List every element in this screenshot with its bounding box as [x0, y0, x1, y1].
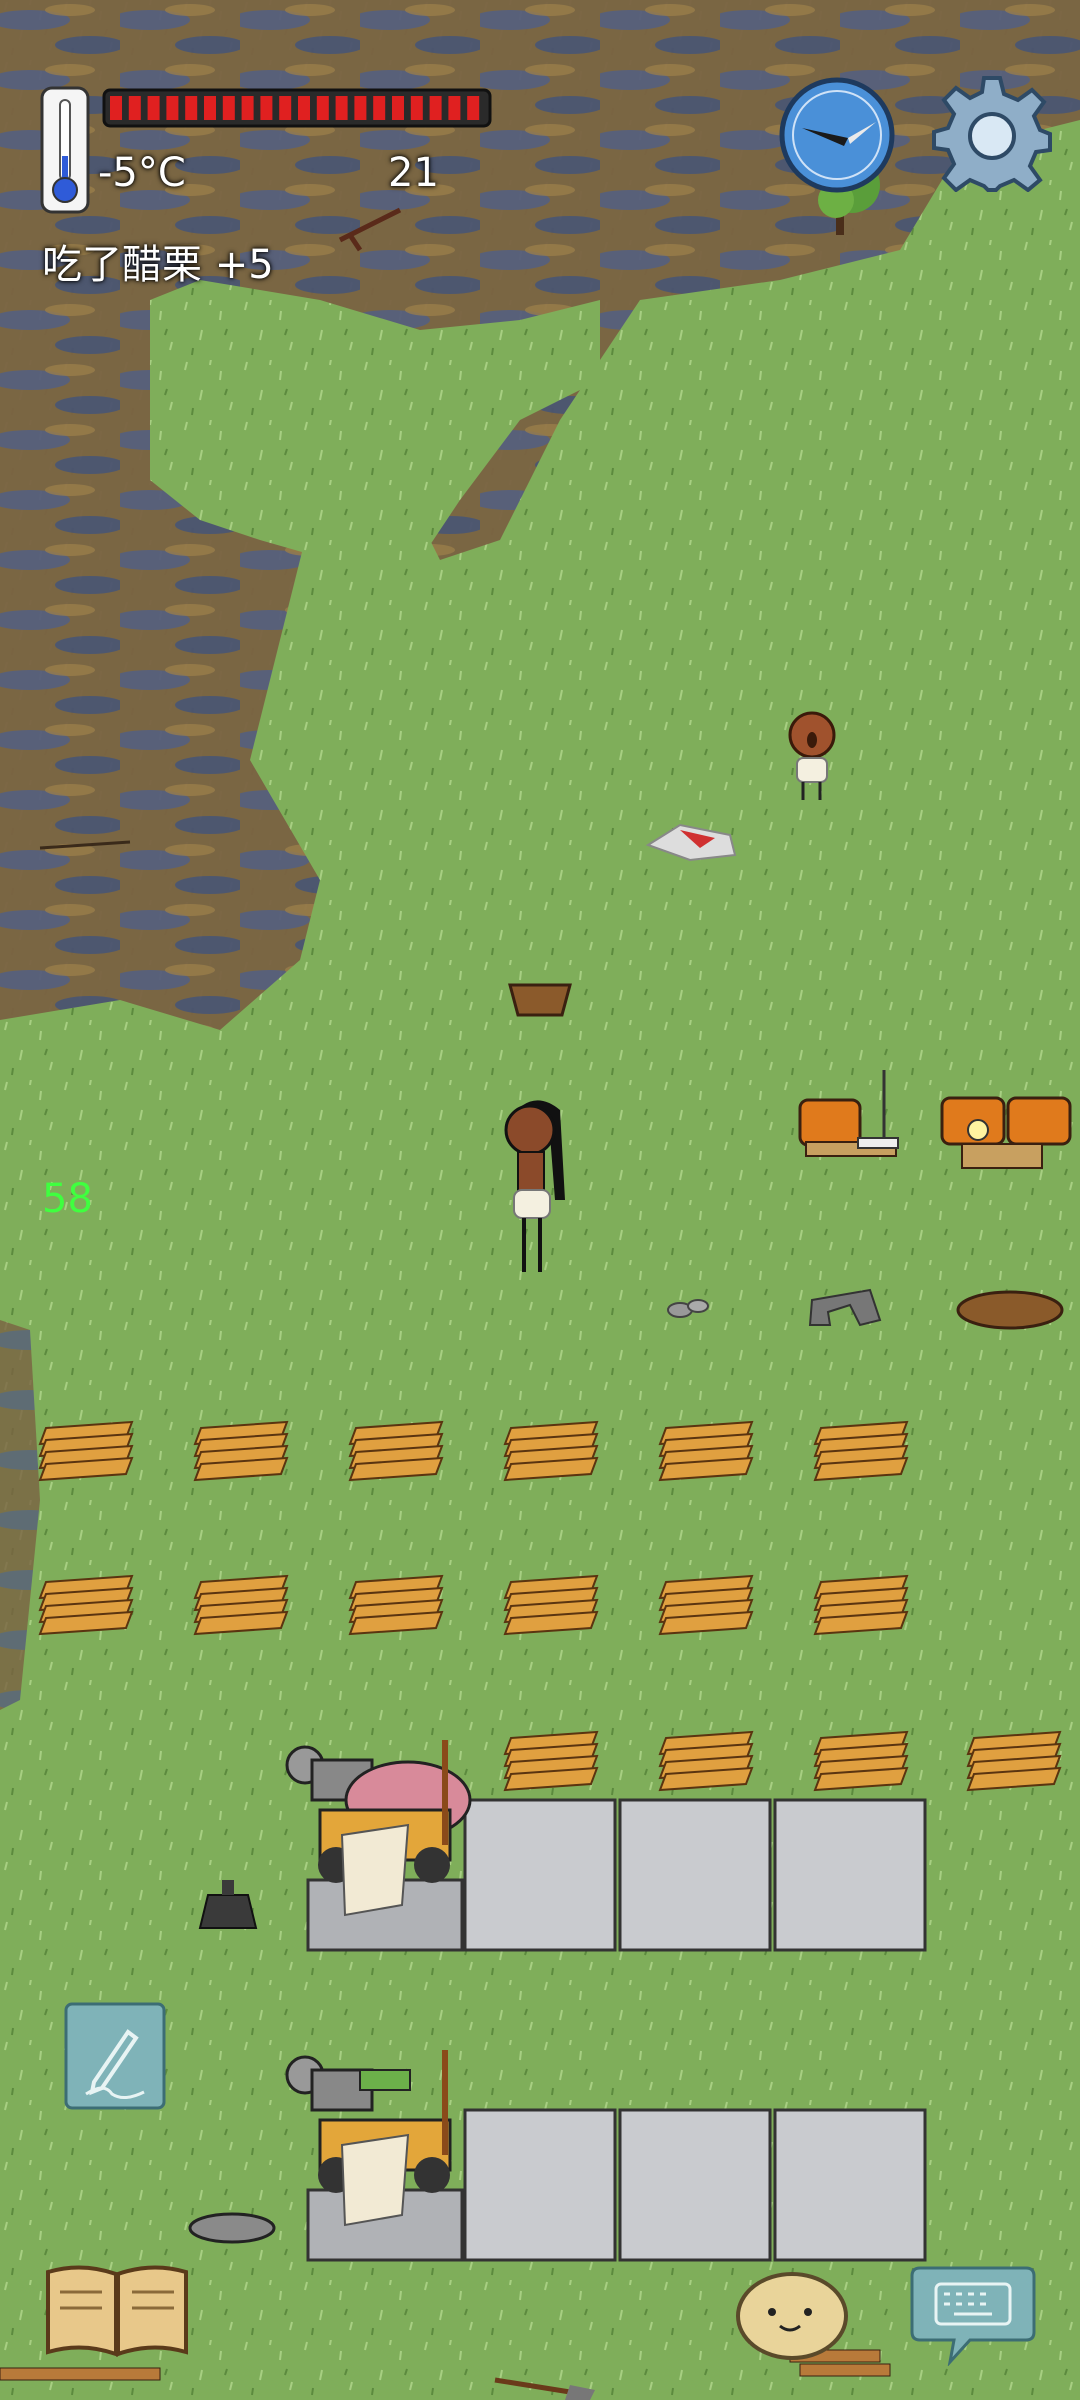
- face-icon[interactable]: [734, 2268, 850, 2362]
- board-stack-item[interactable]: [966, 1730, 1062, 1792]
- board-stack-item[interactable]: [813, 1420, 909, 1482]
- compass-icon[interactable]: [778, 76, 896, 194]
- board-stack-item[interactable]: [38, 1574, 134, 1636]
- board-stack-item[interactable]: [658, 1574, 754, 1636]
- board-stack-item[interactable]: [503, 1574, 599, 1636]
- gear-icon[interactable]: [932, 72, 1052, 193]
- stone-bowl-item[interactable]: [188, 2212, 276, 2244]
- board-stack-item[interactable]: [193, 1420, 289, 1482]
- board-stack-item[interactable]: [503, 1420, 599, 1482]
- board-stack-item[interactable]: [503, 1730, 599, 1792]
- pencil-icon[interactable]: [64, 2002, 166, 2110]
- board-stack-item[interactable]: [193, 1574, 289, 1636]
- board-stack-item[interactable]: [38, 1420, 134, 1482]
- fur-pelt-item[interactable]: [956, 1290, 1064, 1330]
- board-stack-item[interactable]: [348, 1420, 444, 1482]
- board-stack-item[interactable]: [813, 1574, 909, 1636]
- keyboard-icon[interactable]: [910, 2262, 1036, 2367]
- board-stack-item[interactable]: [813, 1730, 909, 1792]
- board-stack-item[interactable]: [658, 1730, 754, 1792]
- board-stack-item[interactable]: [348, 1574, 444, 1636]
- book-icon[interactable]: [42, 2262, 192, 2360]
- board-stack-item[interactable]: [658, 1420, 754, 1482]
- basket-item[interactable]: [508, 983, 572, 1017]
